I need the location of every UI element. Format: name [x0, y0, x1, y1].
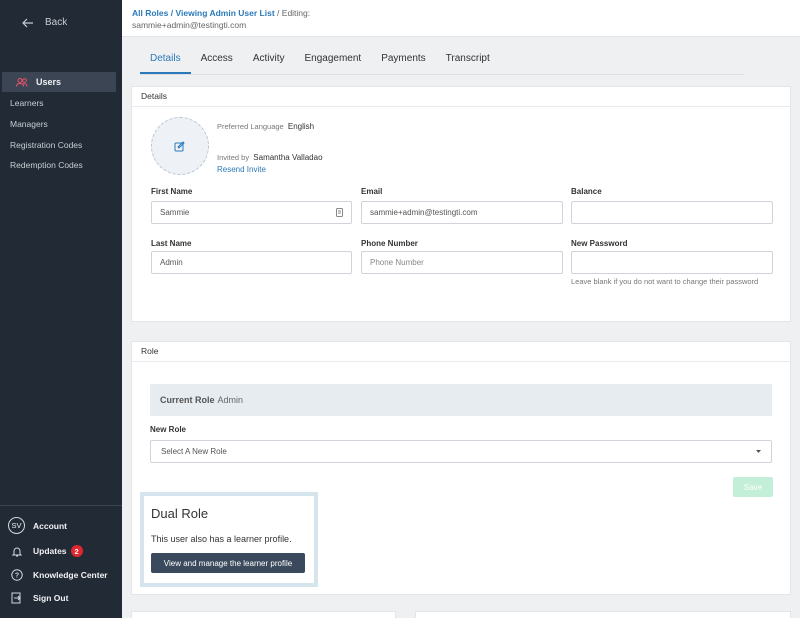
invited-by-value: Samantha Valladao: [253, 153, 323, 162]
updates-label: Updates: [33, 546, 67, 556]
last-name-field[interactable]: Admin: [151, 251, 352, 274]
breadcrumb-user: sammie+admin@testingti.com: [132, 20, 247, 30]
dual-role-text: This user also has a learner profile.: [151, 534, 292, 544]
breadcrumb: All Roles / Viewing Admin User List / Ed…: [132, 7, 310, 31]
sign-out-link[interactable]: Sign Out: [8, 592, 68, 604]
invited-by: Invited by Samantha Valladao: [217, 153, 323, 162]
updates-badge: 2: [70, 545, 83, 557]
account-link[interactable]: SV Account: [8, 517, 67, 534]
email-value: sammie+admin@testingti.com: [370, 208, 478, 217]
new-password-label: New Password: [571, 239, 628, 248]
autofill-icon: [336, 208, 343, 217]
current-role-label: Current Role: [160, 395, 215, 405]
top-bar: All Roles / Viewing Admin User List / Ed…: [122, 0, 800, 37]
email-field[interactable]: sammie+admin@testingti.com: [361, 201, 563, 224]
tab-details[interactable]: Details: [140, 48, 191, 74]
sidebar-item-label: Users: [36, 77, 62, 87]
new-role-label: New Role: [150, 425, 187, 434]
last-name-value: Admin: [160, 258, 183, 267]
phone-placeholder: Phone Number: [370, 258, 424, 267]
back-link[interactable]: Back: [22, 17, 67, 28]
password-hint: Leave blank if you do not want to change…: [571, 277, 759, 286]
preferred-language-label: Preferred Language: [217, 122, 284, 131]
tab-bar: Details Access Activity Engagement Payme…: [140, 48, 744, 75]
last-name-label: Last Name: [151, 239, 192, 248]
back-label: Back: [45, 17, 68, 28]
current-role: Current Role Admin: [150, 384, 772, 416]
view-learner-profile-button[interactable]: View and manage the learner profile: [151, 553, 305, 573]
phone-field[interactable]: Phone Number: [361, 251, 563, 274]
sidebar-divider: [0, 505, 122, 506]
balance-field[interactable]: [571, 201, 773, 224]
current-role-value: Admin: [217, 395, 244, 405]
first-name-field[interactable]: Sammie: [151, 201, 352, 224]
sidebar-item-redemption-codes[interactable]: Redemption Codes: [10, 160, 83, 170]
account-label: Account: [33, 520, 67, 531]
sidebar: Back Users Learners Managers Registratio…: [0, 0, 122, 618]
dual-role-box: Dual Role This user also has a learner p…: [140, 492, 318, 587]
sign-out-icon: [11, 592, 21, 604]
save-button[interactable]: Save: [733, 477, 773, 497]
profile-avatar[interactable]: [151, 117, 209, 175]
lower-card-right: [415, 611, 791, 618]
tab-payments[interactable]: Payments: [371, 48, 435, 74]
preferred-language: Preferred Language English: [217, 122, 314, 131]
account-avatar: SV: [8, 517, 25, 534]
first-name-label: First Name: [151, 187, 193, 196]
role-title: Role: [132, 342, 790, 362]
new-role-placeholder: Select A New Role: [161, 447, 227, 456]
new-password-field[interactable]: [571, 251, 773, 274]
new-role-select[interactable]: Select A New Role: [150, 440, 772, 463]
sidebar-item-registration-codes[interactable]: Registration Codes: [10, 140, 82, 150]
email-label: Email: [361, 187, 383, 196]
users-icon: [16, 77, 28, 87]
breadcrumb-all-roles[interactable]: All Roles: [132, 8, 168, 18]
sign-out-label: Sign Out: [33, 593, 69, 603]
bell-icon: [11, 547, 22, 556]
edit-photo-icon: [174, 141, 185, 152]
first-name-value: Sammie: [160, 208, 190, 217]
sidebar-item-managers[interactable]: Managers: [10, 119, 48, 129]
knowledge-center-label: Knowledge Center: [33, 570, 108, 580]
tab-transcript[interactable]: Transcript: [436, 48, 500, 74]
balance-label: Balance: [571, 187, 602, 196]
preferred-language-value: English: [287, 122, 315, 131]
lower-card-left: [131, 611, 396, 618]
details-card: Details Preferred Language English Invit…: [131, 86, 791, 322]
help-icon: ?: [10, 569, 23, 581]
arrow-left-icon: [22, 18, 33, 27]
invited-by-label: Invited by: [217, 153, 250, 162]
knowledge-center-link[interactable]: ? Knowledge Center: [8, 569, 108, 581]
details-title: Details: [132, 87, 790, 107]
tab-engagement[interactable]: Engagement: [294, 48, 371, 74]
caret-down-icon: [756, 449, 761, 453]
resend-invite-link[interactable]: Resend Invite: [217, 165, 266, 174]
phone-label: Phone Number: [361, 239, 418, 248]
breadcrumb-viewing[interactable]: / Viewing Admin User List: [171, 8, 275, 18]
dual-role-title: Dual Role: [151, 506, 209, 521]
sidebar-item-learners[interactable]: Learners: [10, 98, 44, 108]
svg-text:?: ?: [14, 573, 18, 580]
sidebar-item-users[interactable]: Users: [2, 72, 116, 92]
updates-link[interactable]: Updates 2: [8, 545, 83, 557]
breadcrumb-editing: / Editing:: [277, 8, 311, 18]
tab-access[interactable]: Access: [191, 48, 243, 74]
tab-activity[interactable]: Activity: [243, 48, 295, 74]
